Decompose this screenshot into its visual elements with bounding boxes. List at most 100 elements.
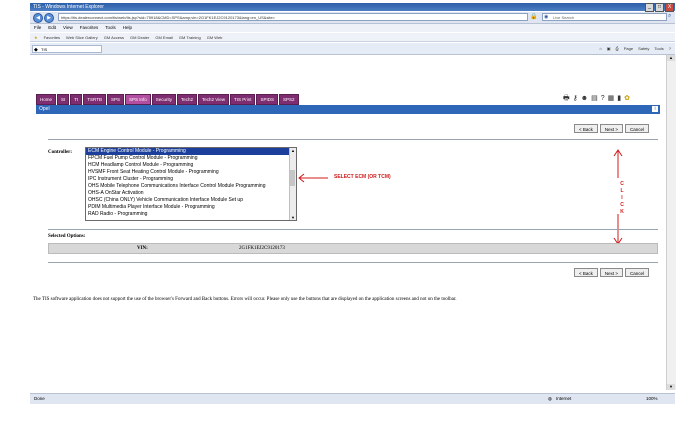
cancel-button[interactable]: Cancel (625, 268, 650, 277)
key-icon[interactable]: ⚷ (573, 94, 578, 103)
favorites-link[interactable]: Favorites (44, 33, 60, 41)
browser-tab-label: TIS (41, 47, 48, 52)
back-arrow-icon[interactable]: ◀ (33, 13, 43, 23)
help-icon[interactable]: ? (669, 45, 671, 53)
print-icon[interactable]: ⎙ (616, 45, 619, 53)
search-engine-icon: ◉ (544, 14, 549, 20)
scroll-up-icon[interactable]: ▲ (290, 148, 296, 153)
app-toolbar: 🖶 ⚷ ☻ ▤? ▦ ▮ ✿ (563, 94, 630, 103)
favorites-link[interactable]: Web Slice Gallery (66, 33, 98, 41)
document-icon[interactable]: ▦ (608, 94, 615, 103)
brand-title: Opel (39, 106, 50, 112)
app-tab-security[interactable]: Security (151, 94, 176, 105)
back-button[interactable]: < Back (574, 268, 598, 277)
cancel-button[interactable]: Cancel (625, 124, 650, 133)
app-tab-spids[interactable]: SPIDS (256, 94, 278, 105)
search-icon[interactable]: ⌕ (668, 13, 671, 20)
scroll-down-icon[interactable]: ▼ (667, 384, 675, 390)
chart-icon[interactable]: ▮ (617, 94, 621, 103)
app-tab-ti[interactable]: TI (70, 94, 83, 105)
menu-view[interactable]: View (63, 24, 73, 32)
minimize-button[interactable]: _ (645, 3, 654, 12)
next-button[interactable]: Next > (599, 124, 624, 133)
controller-label: Controller: (48, 150, 73, 155)
favorites-link[interactable]: GM Access (104, 33, 124, 41)
command-safety[interactable]: Safety (638, 45, 649, 53)
select-ecm-annotation: SELECT ECM (OR TCM) (334, 174, 391, 180)
vin-label: VIN: (137, 246, 148, 251)
listbox-scrollbar[interactable]: ▲ ▼ (289, 148, 296, 220)
click-letter: C (620, 202, 624, 208)
click-letter: I (621, 195, 623, 201)
controller-option[interactable]: OHS Mobile Telephone Communications Inte… (86, 183, 296, 190)
address-input[interactable]: https://tis.dealerconnect.com/tis/web/ti… (58, 13, 528, 21)
controller-option[interactable]: FPCM Fuel Pump Control Module - Programm… (86, 155, 296, 162)
controller-option[interactable]: RAD Radio - Programming (86, 211, 296, 218)
controller-option[interactable]: IPC Instrument Cluster - Programming (86, 176, 296, 183)
controller-option[interactable]: OHS-A OnStar Activation (86, 190, 296, 197)
app-tab-si[interactable]: SI (57, 94, 70, 105)
globe-icon: ◍ (548, 396, 552, 401)
favorites-link[interactable]: GM Email (155, 33, 173, 41)
controller-option[interactable]: ECM Engine Control Module - Programming (86, 148, 296, 155)
click-letter: L (620, 188, 624, 194)
search-input[interactable]: Live Search (542, 13, 667, 21)
calendar-icon[interactable]: ▤ (591, 94, 598, 103)
app-tab-sps-info[interactable]: SPS Info (124, 94, 151, 105)
app-tab-tech2[interactable]: Tech2 (177, 94, 198, 105)
controller-option[interactable]: HVSMF Front Seat Heating Control Module … (86, 169, 296, 176)
address-bar-row: ◀ ▶ https://tis.dealerconnect.com/tis/we… (30, 12, 675, 24)
browser-navigation-note: The TIS software application does not su… (33, 297, 457, 302)
gear-icon[interactable]: ✿ (624, 94, 630, 103)
status-bar: Done ◍ Internet 100% (30, 393, 675, 404)
controller-option[interactable]: OHSC (China ONLY) Vehicle Communication … (86, 197, 296, 204)
printer-icon[interactable]: 🖶 (563, 94, 570, 103)
page-scrollbar[interactable]: ▲ ▼ (666, 55, 676, 390)
next-button[interactable]: Next > (599, 268, 624, 277)
window-title: TIS - Windows Internet Explorer (30, 3, 675, 11)
feeds-icon[interactable]: ▣ (607, 45, 611, 53)
command-page[interactable]: Page (624, 45, 633, 53)
close-button[interactable]: X (665, 3, 674, 12)
divider (48, 262, 658, 263)
maximize-button[interactable]: □ (655, 3, 664, 12)
favorites-link[interactable]: GM Dealer (130, 33, 149, 41)
menu-favorites[interactable]: Favorites (80, 24, 99, 32)
app-tab-tsrtb[interactable]: TSRTB (83, 94, 106, 105)
app-tab-tis-print[interactable]: TIS Print (229, 94, 256, 105)
app-tab-tech2-view[interactable]: Tech2 View (198, 94, 229, 105)
controller-option[interactable]: PDIM Multimedia Player Interface Module … (86, 204, 296, 211)
click-letter: C (620, 181, 624, 187)
forward-arrow-icon[interactable]: ▶ (44, 13, 54, 23)
help-icon[interactable]: ? (601, 94, 605, 103)
app-tab-sps2[interactable]: SPS2 (278, 94, 299, 105)
favorites-link[interactable]: GM Training (179, 33, 201, 41)
scroll-thumb[interactable] (290, 170, 295, 186)
app-tab-sps[interactable]: SPS (106, 94, 124, 105)
menu-tools[interactable]: Tools (105, 24, 116, 32)
menu-help[interactable]: Help (123, 24, 132, 32)
divider (48, 139, 658, 140)
bottom-nav-buttons: < Back Next > Cancel (574, 268, 650, 277)
person-icon[interactable]: ☻ (581, 94, 588, 103)
back-button[interactable]: < Back (574, 124, 598, 133)
favorites-star-icon[interactable]: ★ (34, 33, 38, 41)
info-icon[interactable]: i (652, 106, 658, 112)
scroll-up-icon[interactable]: ▲ (667, 55, 675, 61)
window-controls: _ □ X (645, 3, 674, 12)
vin-value: 2G1FK1EJ2C9120173 (239, 246, 285, 251)
command-tools[interactable]: Tools (654, 45, 663, 53)
menu-file[interactable]: File (34, 24, 41, 32)
favorites-link[interactable]: GM Web (207, 33, 223, 41)
zoom-label[interactable]: 100% (646, 394, 658, 404)
scroll-down-icon[interactable]: ▼ (290, 215, 296, 220)
controller-option[interactable]: HCM Headlamp Control Module - Programmin… (86, 162, 296, 169)
status-text: Done (34, 396, 45, 401)
menu-edit[interactable]: Edit (48, 24, 56, 32)
browser-tab[interactable]: ◆ TIS (32, 45, 102, 53)
selected-options-label: Selected Options: (48, 234, 86, 239)
home-icon[interactable]: ⌂ (599, 45, 601, 53)
click-letter: K (620, 209, 624, 215)
app-tab-home[interactable]: Home (36, 94, 57, 105)
controller-listbox[interactable]: ECM Engine Control Module - Programming F… (85, 147, 297, 221)
